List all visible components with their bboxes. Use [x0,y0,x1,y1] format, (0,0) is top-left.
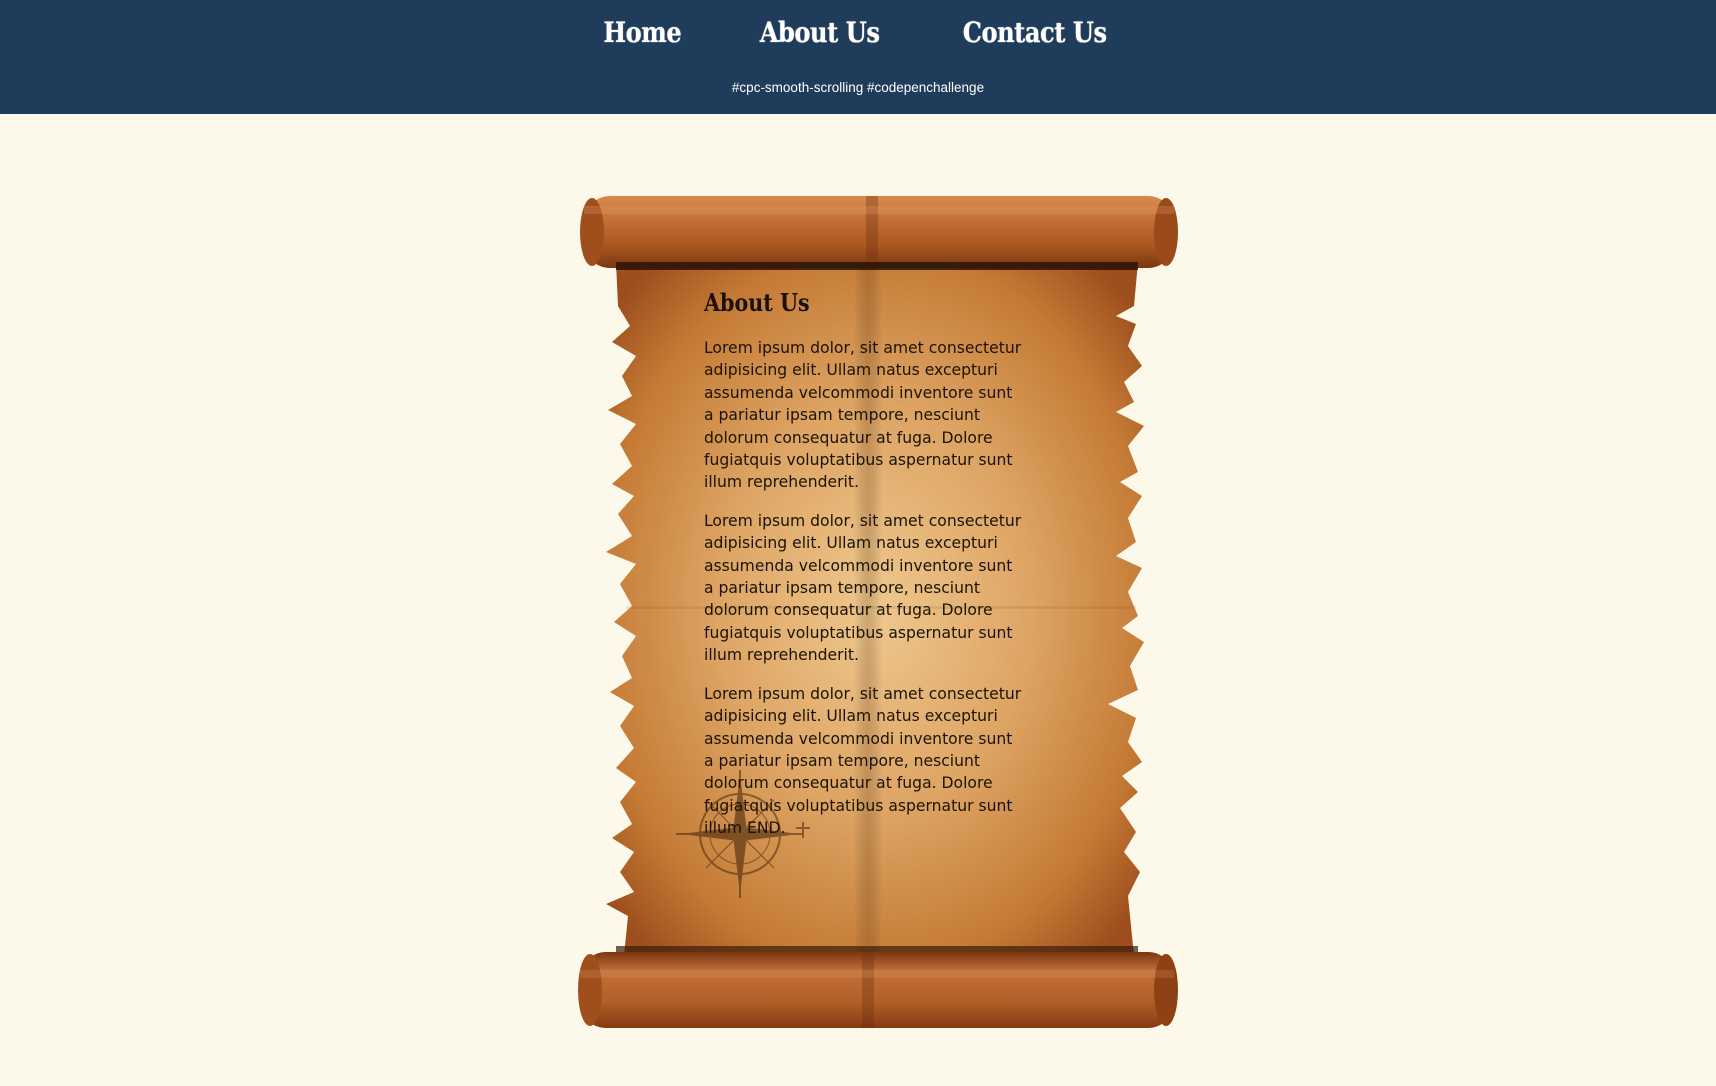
section-title: About Us [704,288,810,317]
top-roll [580,196,1178,270]
bottom-roll [578,946,1178,1028]
main-nav: Home About Us Contact Us [0,16,1716,49]
paragraph: Lorem ipsum dolor, sit amet consectetur … [704,339,1022,492]
paragraph: Lorem ipsum dolor, sit amet consectetur … [704,684,1022,838]
nav-link-contact-us[interactable]: Contact Us [963,16,1107,49]
parchment-scroll: About Us Lorem ipsum dolor, sit amet con… [576,196,1178,1032]
paragraph: Lorem ipsum dolor, sit amet consectetur … [704,511,1022,665]
nav-link-about-us[interactable]: About Us [760,16,880,49]
scroll-content: About Us Lorem ipsum dolor, sit amet con… [704,288,1024,856]
nav-link-home[interactable]: Home [604,16,682,49]
hashtag-tagline: #cpc-smooth-scrolling #codepenchallenge [731,80,985,95]
top-navigation-bar: Home About Us Contact Us #cpc-smooth-scr… [0,0,1716,114]
